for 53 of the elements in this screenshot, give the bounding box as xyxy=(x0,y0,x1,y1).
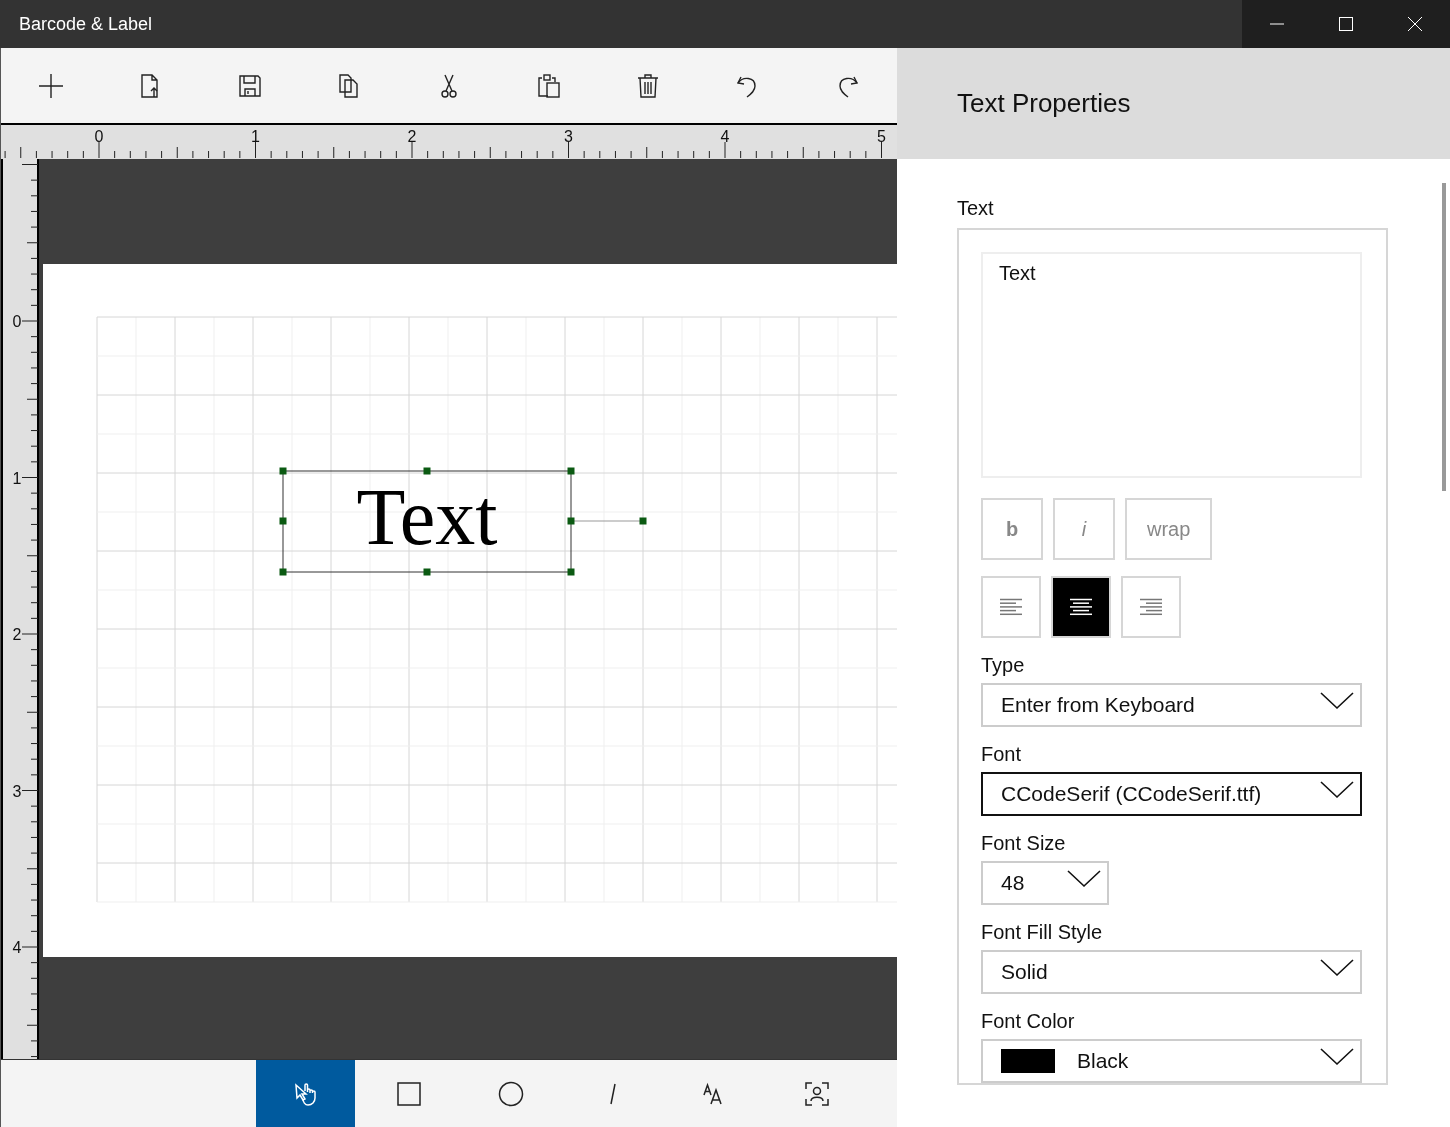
ruler-label: 0 xyxy=(12,313,22,330)
bold-button[interactable]: b xyxy=(981,498,1043,560)
close-icon xyxy=(1406,16,1423,32)
chevron-down-icon xyxy=(1320,781,1354,799)
field-label: Font Size xyxy=(981,832,1066,855)
add-icon xyxy=(37,72,64,99)
field-label: Type xyxy=(981,654,1025,677)
minimize-icon xyxy=(1268,23,1285,25)
field-label: Font xyxy=(981,743,1022,766)
ruler-label: 3 xyxy=(564,128,573,145)
dropdown[interactable]: Black xyxy=(981,1039,1362,1083)
ruler-label: 2 xyxy=(407,128,417,145)
ellipse-icon xyxy=(498,1080,524,1107)
window-title: Barcode & Label xyxy=(18,13,153,35)
pointer-icon xyxy=(292,1080,319,1107)
align-center-icon xyxy=(1069,598,1093,616)
align-left-button[interactable] xyxy=(981,576,1041,638)
chevron-down-icon xyxy=(1320,1048,1354,1066)
align-left-icon xyxy=(999,598,1023,616)
line-icon xyxy=(610,1082,616,1105)
save-icon xyxy=(236,72,263,99)
align-center-button[interactable] xyxy=(1051,576,1111,638)
image-icon xyxy=(804,1080,830,1107)
dropdown[interactable]: 48 xyxy=(981,861,1109,905)
text-input[interactable]: Text xyxy=(981,252,1362,478)
chevron-down-icon xyxy=(1320,959,1354,977)
field-label: Font Fill Style xyxy=(981,921,1103,944)
chevron-down-icon xyxy=(1067,870,1101,888)
paste-icon xyxy=(535,72,562,99)
scrollbar-thumb[interactable] xyxy=(1442,183,1446,491)
panel-title: Text Properties xyxy=(957,88,1131,119)
ruler-label: 0 xyxy=(94,128,104,145)
rectangle-icon xyxy=(396,1080,422,1107)
ruler-label: 5 xyxy=(877,128,886,145)
dropdown[interactable]: Enter from Keyboard xyxy=(981,683,1362,727)
field-label: Font Color xyxy=(981,1010,1075,1033)
dropdown[interactable]: CCodeSerif (CCodeSerif.ttf) xyxy=(981,772,1362,816)
italic-button[interactable]: i xyxy=(1053,498,1115,560)
align-right-icon xyxy=(1139,598,1163,616)
field-label: Text xyxy=(957,197,994,220)
ruler-label: 1 xyxy=(12,469,22,487)
chevron-down-icon xyxy=(1320,692,1354,710)
align-right-button[interactable] xyxy=(1121,576,1181,638)
wrap-button[interactable]: wrap xyxy=(1125,498,1213,560)
ruler-label: 1 xyxy=(251,128,260,145)
selection-frame[interactable] xyxy=(279,467,647,576)
ruler-label: 3 xyxy=(12,782,22,800)
pointer-tool[interactable] xyxy=(256,1060,355,1127)
ruler-label: 4 xyxy=(720,128,730,145)
ruler-label: 2 xyxy=(12,626,22,643)
dropdown[interactable]: Solid xyxy=(981,950,1362,994)
ruler-label: 4 xyxy=(12,939,22,956)
maximize-icon xyxy=(1337,16,1354,32)
